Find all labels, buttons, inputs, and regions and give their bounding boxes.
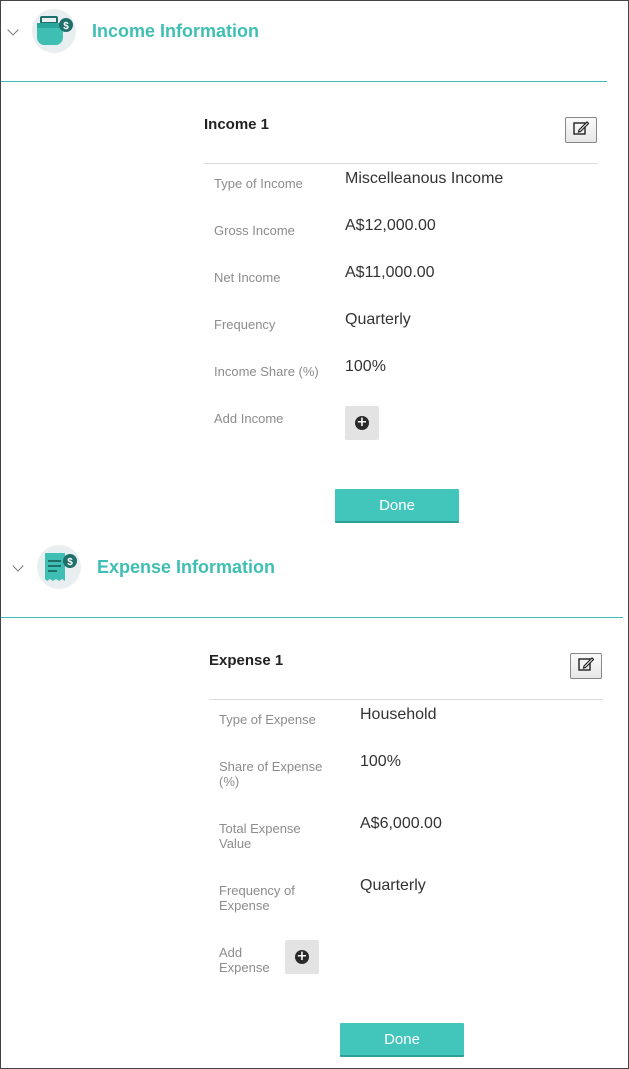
income-done-button[interactable]: Done <box>335 489 459 523</box>
plus-circle-icon: + <box>295 949 309 964</box>
income-section-divider <box>1 81 607 82</box>
expense-type-label: Type of Expense <box>219 712 316 727</box>
expense-edit-button[interactable] <box>570 653 602 679</box>
income-type-label: Type of Income <box>214 176 303 191</box>
gross-income-label: Gross Income <box>214 223 295 238</box>
expense-share-label: Share of Expense (%) <box>219 759 323 789</box>
gross-income-value: A$12,000.00 <box>345 217 436 234</box>
total-expense-value: A$6,000.00 <box>360 815 442 832</box>
chevron-down-icon[interactable] <box>12 560 24 572</box>
total-expense-label: Total Expense Value <box>219 821 301 851</box>
expense-card-title: Expense 1 <box>209 652 284 669</box>
expense-type-value: Household <box>360 706 437 723</box>
edit-icon <box>578 656 595 676</box>
income-share-label: Income Share (%) <box>214 364 319 379</box>
wallet-dollar-icon: $ <box>32 9 76 53</box>
edit-icon <box>573 120 590 140</box>
add-expense-button[interactable]: + <box>285 940 319 974</box>
income-frequency-value: Quarterly <box>345 311 411 328</box>
net-income-label: Net Income <box>214 270 281 285</box>
app-frame: $ Income Information Income 1 Type of In… <box>0 0 629 1069</box>
net-income-value: A$11,000.00 <box>345 264 435 281</box>
income-frequency-label: Frequency <box>214 317 276 332</box>
add-income-label: Add Income <box>214 411 284 426</box>
expense-frequency-value: Quarterly <box>360 877 426 894</box>
income-share-value: 100% <box>345 358 386 375</box>
chevron-down-icon[interactable] <box>7 24 19 36</box>
income-edit-button[interactable] <box>565 117 597 143</box>
expense-card-divider <box>209 699 603 700</box>
svg-text:$: $ <box>67 557 73 568</box>
income-card-divider <box>204 163 598 164</box>
add-income-button[interactable]: + <box>345 406 379 440</box>
plus-circle-icon: + <box>355 415 369 430</box>
svg-text:$: $ <box>63 21 69 32</box>
expense-section-title: Expense Information <box>97 557 276 577</box>
receipt-dollar-icon: $ <box>37 545 81 589</box>
expense-done-button[interactable]: Done <box>340 1023 464 1057</box>
expense-frequency-label: Frequency of Expense <box>219 883 295 913</box>
income-type-value: Miscelleanous Income <box>345 170 504 187</box>
add-expense-label: Add Expense <box>219 945 270 975</box>
income-card-title: Income 1 <box>204 116 270 133</box>
income-section-title: Income Information <box>92 21 260 41</box>
expense-share-value: 100% <box>360 753 401 770</box>
expense-section-divider <box>1 617 623 618</box>
